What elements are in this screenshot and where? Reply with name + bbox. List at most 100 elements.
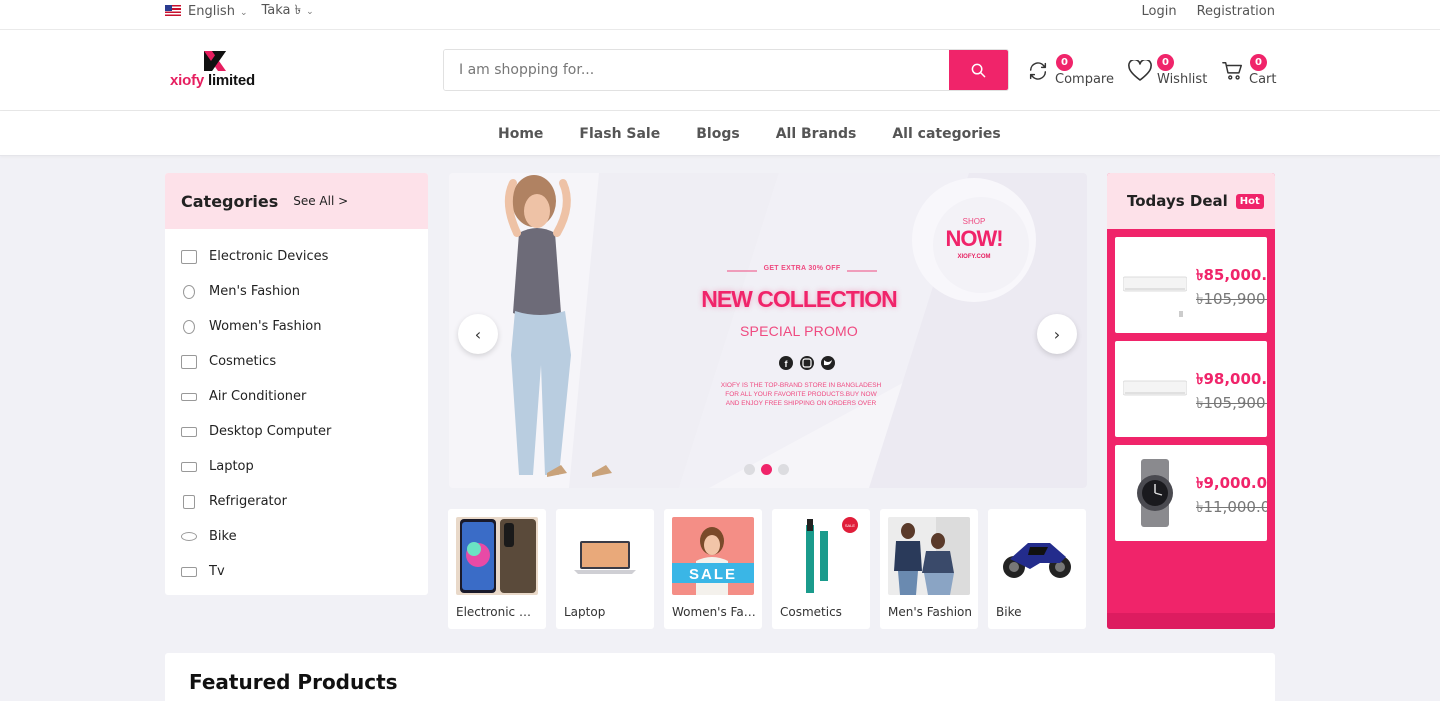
- slider-dot-active[interactable]: [761, 464, 772, 475]
- categories-panel: Categories See All > Electronic Devices …: [165, 173, 428, 595]
- man-icon: [183, 284, 195, 299]
- top-bar-left: English ⌄ Taka ৳ ⌄: [165, 0, 314, 23]
- slide-offer-text: GET EXTRA 30% OFF: [763, 265, 841, 272]
- category-item-cosmetics[interactable]: Cosmetics: [165, 344, 428, 379]
- tile-label: Women's Fashion: [672, 605, 756, 619]
- cart-label: Cart: [1249, 72, 1277, 87]
- laptop-icon: [181, 461, 197, 472]
- slider-dots: [744, 464, 789, 475]
- nav-all-brands[interactable]: All Brands: [776, 126, 857, 142]
- tile-label: Laptop: [564, 605, 606, 619]
- slider-dot[interactable]: [744, 464, 755, 475]
- search-input[interactable]: [444, 50, 951, 90]
- deal-price: ৳98,000.00: [1196, 370, 1267, 388]
- woman-icon: [183, 319, 195, 334]
- slide-subhead: SPECIAL PROMO: [740, 323, 858, 339]
- tile-cosmetics[interactable]: SALE Cosmetics: [772, 509, 870, 629]
- category-item-mens-fashion[interactable]: Men's Fashion: [165, 274, 428, 309]
- currency-selector[interactable]: Taka ৳ ⌄: [262, 1, 314, 22]
- us-flag-icon: [165, 5, 181, 16]
- featured-products-title: Featured Products: [189, 670, 398, 694]
- chevron-right-icon: ›: [1053, 324, 1061, 344]
- chevron-down-icon: ⌄: [306, 7, 314, 17]
- registration-link[interactable]: Registration: [1197, 4, 1275, 19]
- top-bar-right: Login Registration: [1142, 0, 1275, 23]
- chevron-left-icon: ‹: [474, 324, 482, 344]
- tile-electronic-devices[interactable]: Electronic Devices: [448, 509, 546, 629]
- deal-old-price: ৳105,900.00: [1196, 290, 1267, 308]
- login-link[interactable]: Login: [1142, 4, 1177, 19]
- categories-title: Categories: [181, 191, 279, 211]
- main-nav: Home Flash Sale Blogs All Brands All cat…: [0, 111, 1440, 156]
- slide-blurb: XIOFY IS THE TOP-BRAND STORE IN BANGLADE…: [720, 382, 882, 407]
- deal-old-price: ৳105,900.00: [1196, 394, 1267, 412]
- logo[interactable]: xiofy limited: [170, 50, 262, 92]
- hot-badge: Hot: [1235, 193, 1264, 209]
- deal-old-price: ৳11,000.00: [1196, 498, 1267, 516]
- tile-label: Electronic Devices: [456, 605, 540, 619]
- deal-item[interactable]: ৳98,000.00 ৳105,900.00: [1115, 341, 1267, 437]
- categories-header: Categories See All >: [165, 173, 428, 229]
- slider-dot[interactable]: [778, 464, 789, 475]
- phone-image: [456, 517, 538, 595]
- slide-site-text: XIOFY.COM: [957, 254, 991, 260]
- compare-icon: [1029, 62, 1047, 80]
- search-bar: [443, 49, 1009, 91]
- laptop-image: [564, 517, 646, 595]
- men-model-image: [888, 517, 970, 595]
- svg-text:SALE: SALE: [689, 566, 737, 583]
- language-selector[interactable]: English ⌄: [165, 4, 248, 19]
- tile-label: Bike: [996, 605, 1022, 619]
- tile-womens-fashion[interactable]: SALE Women's Fashion: [664, 509, 762, 629]
- hero-slider[interactable]: f GET EXTRA 30% OFF NEW COLLECTION SPECI…: [449, 173, 1087, 488]
- category-item-air-conditioner[interactable]: Air Conditioner: [165, 379, 428, 414]
- category-item-laptop[interactable]: Laptop: [165, 449, 428, 484]
- nav-home[interactable]: Home: [498, 126, 543, 142]
- category-item-tv[interactable]: Tv: [165, 554, 428, 589]
- deal-scrollbar[interactable]: [1107, 613, 1275, 629]
- category-item-refrigerator[interactable]: Refrigerator: [165, 484, 428, 519]
- todays-deal-header: Todays Deal Hot: [1107, 173, 1275, 229]
- category-list: Electronic Devices Men's Fashion Women's…: [165, 229, 428, 589]
- nav-blogs[interactable]: Blogs: [696, 126, 739, 142]
- bike-image: [996, 517, 1078, 595]
- deal-price: ৳85,000.00: [1196, 266, 1267, 284]
- see-all-link[interactable]: See All >: [293, 194, 348, 208]
- category-item-bike[interactable]: Bike: [165, 519, 428, 554]
- heart-icon: [1128, 60, 1152, 81]
- tile-laptop[interactable]: Laptop: [556, 509, 654, 629]
- header: xiofy limited 0 Compare 0 Wishlist 0 Car…: [0, 30, 1440, 111]
- category-tiles: Electronic Devices Laptop SALE Women's F…: [448, 509, 1088, 629]
- slide-now-text: NOW!: [945, 226, 1003, 251]
- cart-button[interactable]: 0 Cart: [1222, 54, 1277, 94]
- deal-price: ৳9,000.00: [1196, 474, 1267, 492]
- tile-bike[interactable]: Bike: [988, 509, 1086, 629]
- mascara-image: SALE: [780, 517, 862, 595]
- deal-item[interactable]: ৳9,000.00 ৳11,000.00: [1115, 445, 1267, 541]
- search-button[interactable]: [949, 50, 1008, 90]
- logo-text: xiofy limited: [170, 72, 255, 89]
- desktop-icon: [181, 426, 197, 437]
- tv-icon: [181, 566, 197, 577]
- compare-button[interactable]: 0 Compare: [1027, 54, 1117, 94]
- air-conditioner-icon: [181, 392, 197, 401]
- nav-flash-sale[interactable]: Flash Sale: [579, 126, 660, 142]
- wishlist-label: Wishlist: [1157, 72, 1208, 87]
- slider-next-button[interactable]: ›: [1037, 314, 1077, 354]
- category-item-desktop-computer[interactable]: Desktop Computer: [165, 414, 428, 449]
- chevron-down-icon: ⌄: [239, 8, 248, 18]
- tile-mens-fashion[interactable]: Men's Fashion: [880, 509, 978, 629]
- todays-deal-panel: Todays Deal Hot ৳85,000.00 ৳105,900.00 ৳…: [1107, 173, 1275, 629]
- wishlist-button[interactable]: 0 Wishlist: [1128, 54, 1208, 94]
- top-bar: English ⌄ Taka ৳ ⌄ Login Registration: [0, 0, 1440, 30]
- category-item-electronic-devices[interactable]: Electronic Devices: [165, 239, 428, 274]
- category-item-womens-fashion[interactable]: Women's Fashion: [165, 309, 428, 344]
- refrigerator-icon: [183, 494, 195, 509]
- deal-item[interactable]: ৳85,000.00 ৳105,900.00: [1115, 237, 1267, 333]
- nav-all-categories[interactable]: All categories: [892, 126, 1000, 142]
- nav-links: Home Flash Sale Blogs All Brands All cat…: [498, 111, 1001, 156]
- compare-count-badge: 0: [1056, 54, 1073, 71]
- cart-count-badge: 0: [1250, 54, 1267, 71]
- air-conditioner-image: [1123, 380, 1187, 396]
- slider-prev-button[interactable]: ‹: [458, 314, 498, 354]
